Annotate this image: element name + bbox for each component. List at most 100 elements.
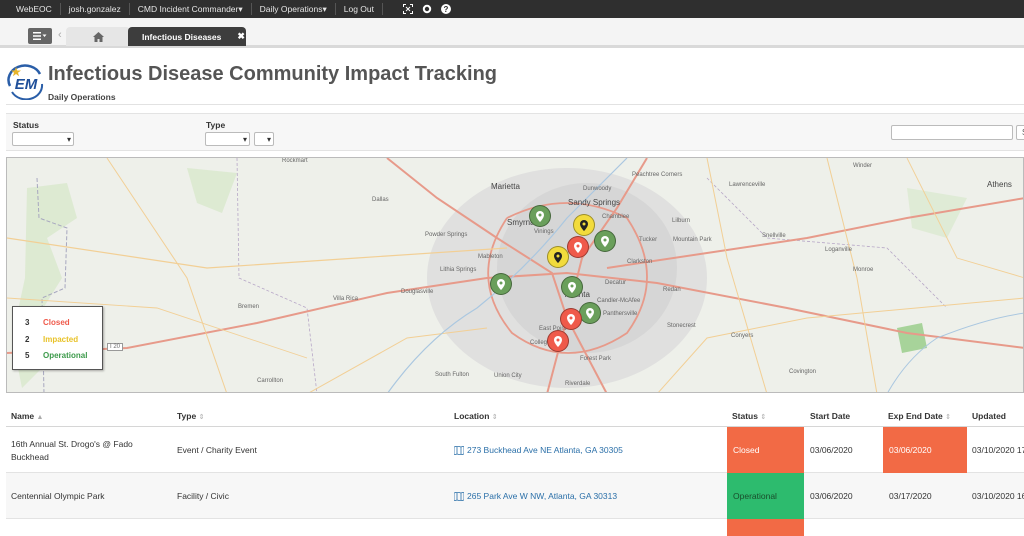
- map-pin-impacted[interactable]: [573, 214, 595, 236]
- status-value: Operational: [733, 491, 777, 501]
- subtype-filter-select[interactable]: [254, 132, 274, 146]
- legend-count: 2: [25, 335, 30, 344]
- row-type: Facility / Civic: [177, 491, 229, 501]
- top-nav-bar: WebEOC josh.gonzalez CMD Incident Comman…: [0, 0, 1024, 18]
- status-filter-label: Status: [13, 120, 39, 130]
- em-logo: EM: [6, 64, 46, 101]
- help-icon[interactable]: ?: [440, 4, 451, 14]
- table-row[interactable]: [6, 519, 1024, 536]
- map-label-decatur: Decatur: [605, 280, 627, 286]
- map-label-forest-park: Forest Park: [580, 356, 612, 362]
- search-input[interactable]: [891, 125, 1013, 140]
- type-filter-label: Type: [206, 120, 226, 130]
- map-label-conyers: Conyers: [731, 333, 754, 339]
- map-pin-operational[interactable]: [579, 302, 601, 324]
- map-marker-icon: [536, 210, 544, 222]
- map-pin-operational[interactable]: [529, 205, 551, 227]
- status-cell-operational: Operational: [727, 473, 804, 519]
- type-filter-select[interactable]: [205, 132, 250, 146]
- status-filter-select[interactable]: [12, 132, 74, 146]
- nav-icons: ?: [402, 4, 451, 14]
- map-icon: [454, 445, 464, 455]
- map-pin-operational[interactable]: [490, 273, 512, 295]
- column-header-start-date[interactable]: Start Date: [810, 411, 850, 421]
- row-location-link[interactable]: 273 Buckhead Ave NE Atlanta, GA 30305: [454, 445, 623, 455]
- status-value: Closed: [733, 445, 760, 455]
- map-label-clarkston: Clarkston: [627, 259, 653, 265]
- map-label-sandy-springs: Sandy Springs: [568, 198, 621, 207]
- map-label-villa-rica: Villa Rica: [333, 296, 358, 302]
- row-location-link[interactable]: 265 Park Ave W NW, Atlanta, GA 30313: [454, 491, 617, 501]
- fullscreen-icon[interactable]: [402, 4, 413, 14]
- map-label-athens: Athens: [987, 180, 1012, 189]
- map-marker-icon: [601, 235, 609, 247]
- row-name-line1: 16th Annual St. Drogo's @ Fado: [11, 439, 133, 449]
- map-label-winder: Winder: [853, 163, 873, 169]
- map-label-powder-springs: Powder Springs: [425, 232, 468, 238]
- map-pin-impacted[interactable]: [547, 246, 569, 268]
- map-label-bremen: Bremen: [238, 304, 260, 310]
- nav-position-dropdown[interactable]: CMD Incident Commander▾: [130, 3, 252, 15]
- sort-icon: ⇕: [198, 414, 205, 421]
- map-label-dallas: Dallas: [372, 197, 389, 203]
- column-header-status[interactable]: Status ⇕: [732, 411, 766, 421]
- tab-infectious-diseases[interactable]: Infectious Diseases ✖: [128, 27, 246, 46]
- row-exp-end-date: 03/17/2020: [889, 491, 932, 501]
- column-header-location[interactable]: Location ⇕: [454, 411, 498, 421]
- map-label-rockmart: Rockmart: [282, 158, 308, 164]
- map-label-panthersville: Panthersville: [603, 311, 638, 317]
- map-label-douglasville: Douglasville: [401, 289, 434, 295]
- map-marker-icon: [497, 278, 505, 290]
- gear-icon[interactable]: [422, 4, 432, 14]
- legend-row-operational: 5 Operational: [25, 351, 87, 360]
- map-pin-closed[interactable]: [560, 308, 582, 330]
- column-header-type[interactable]: Type ⇕: [177, 411, 204, 421]
- map-label-tucker: Tucker: [639, 237, 658, 243]
- legend-label: Impacted: [43, 335, 79, 344]
- map-marker-icon: [554, 251, 562, 263]
- map-pin-operational[interactable]: [561, 276, 583, 298]
- map-pin-closed[interactable]: [547, 330, 569, 352]
- map-label-covington: Covington: [789, 369, 817, 375]
- legend-label: Operational: [43, 351, 88, 360]
- table-header: Name ▲ Type ⇕ Location ⇕ Status ⇕ Start …: [6, 405, 1024, 427]
- tab-home[interactable]: [66, 27, 130, 46]
- column-header-exp-end-date[interactable]: Exp End Date ⇕: [888, 411, 951, 421]
- legend-row-closed: 3 Closed: [25, 318, 70, 327]
- table-row[interactable]: 16th Annual St. Drogo's @ Fado Buckhead …: [6, 427, 1024, 473]
- map-label-marietta: Marietta: [491, 182, 520, 191]
- map-marker-icon: [568, 281, 576, 293]
- map-label-mableton: Mableton: [478, 254, 503, 260]
- map-background: [7, 158, 1023, 392]
- column-header-name[interactable]: Name ▲: [11, 411, 43, 421]
- map-marker-icon: [586, 307, 594, 319]
- map-marker-icon: [567, 313, 575, 325]
- close-icon[interactable]: ✖: [237, 31, 245, 42]
- map-label-lithia-springs: Lithia Springs: [440, 267, 477, 273]
- table-row[interactable]: Centennial Olympic Park Facility / Civic…: [6, 473, 1024, 519]
- status-cell-closed: [727, 519, 804, 536]
- nav-incident-dropdown[interactable]: Daily Operations▾: [252, 3, 336, 15]
- nav-logout[interactable]: Log Out: [336, 3, 383, 15]
- row-start-date: 03/06/2020: [810, 445, 853, 455]
- nav-username[interactable]: josh.gonzalez: [61, 3, 130, 15]
- nav-webeoc[interactable]: WebEOC: [8, 3, 61, 15]
- search-button[interactable]: S: [1016, 125, 1024, 140]
- map-label-i20: I 20: [107, 343, 124, 351]
- menu-button[interactable]: [28, 28, 52, 44]
- incident-map[interactable]: Rockmart Marietta Dunwoody Peachtree Cor…: [6, 157, 1024, 393]
- map-marker-icon: [574, 241, 582, 253]
- map-legend: 3 Closed 2 Impacted 5 Operational: [12, 306, 103, 370]
- row-type: Event / Charity Event: [177, 445, 257, 455]
- header-divider: [6, 104, 1024, 105]
- map-label-vinings: Vinings: [534, 229, 554, 235]
- page-subtitle: Daily Operations: [48, 92, 116, 102]
- chevron-left-icon[interactable]: ‹: [58, 29, 62, 41]
- home-icon: [92, 31, 104, 42]
- svg-text:?: ?: [444, 5, 449, 14]
- column-header-updated[interactable]: Updated: [972, 411, 1006, 421]
- map-label-chamblee: Chamblee: [602, 214, 630, 220]
- map-pin-closed[interactable]: [567, 236, 589, 258]
- exp-end-date-cell: 03/06/2020: [883, 427, 967, 473]
- map-pin-operational[interactable]: [594, 230, 616, 252]
